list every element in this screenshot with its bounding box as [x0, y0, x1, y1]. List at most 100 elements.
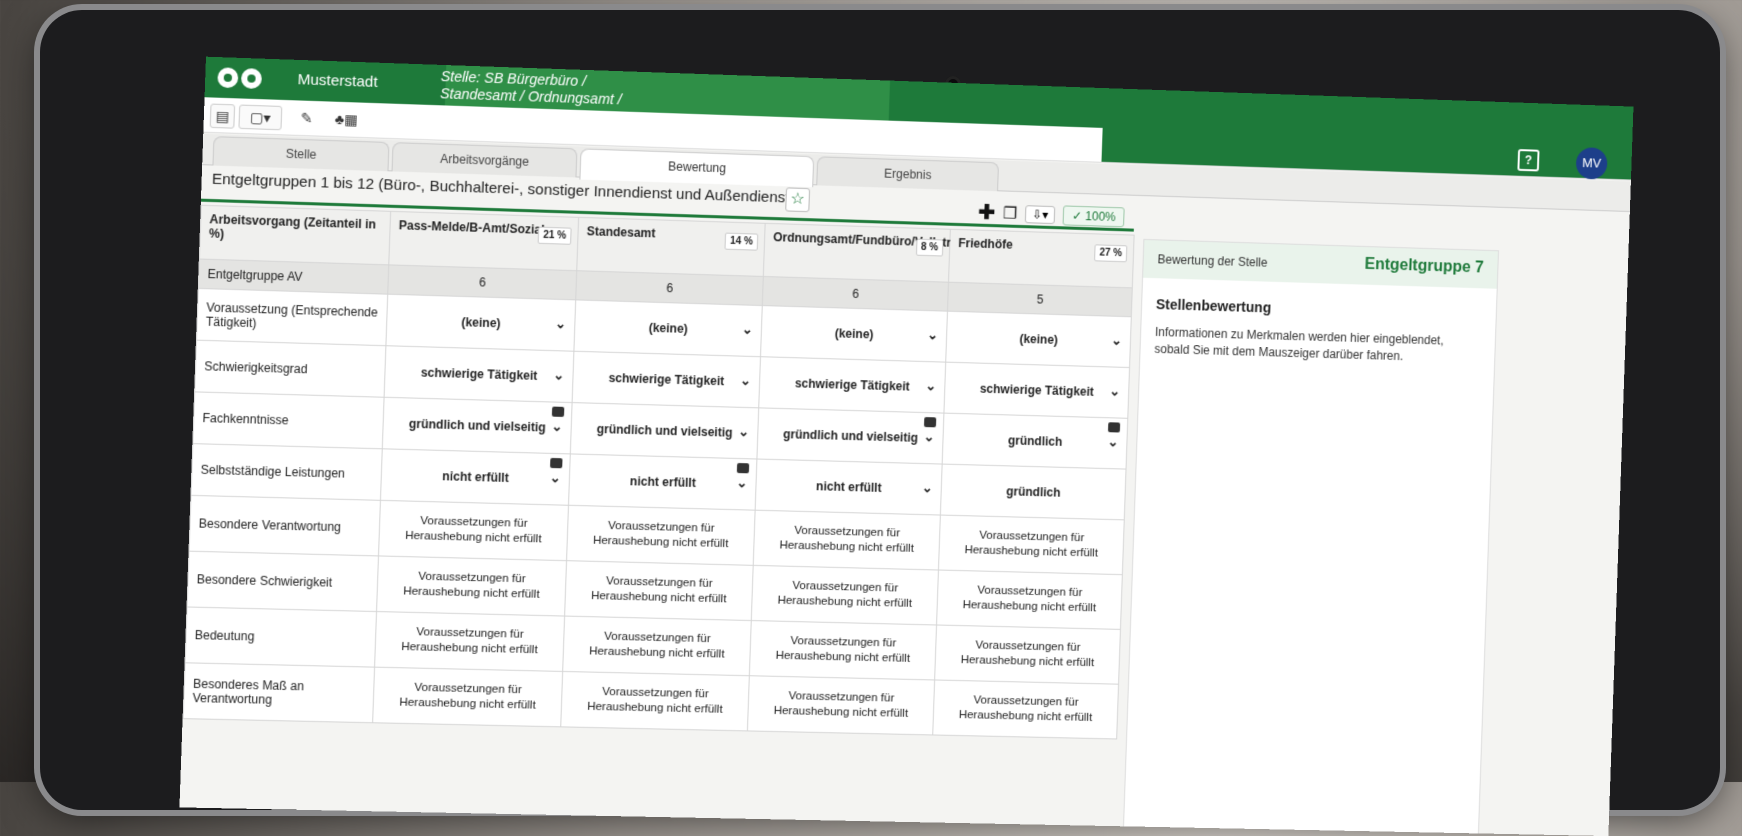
tab-stelle[interactable]: Stelle: [212, 136, 390, 172]
tab-arbeitsvorgaenge[interactable]: Arbeitsvorgänge: [391, 142, 578, 178]
select-value: (keine): [461, 315, 501, 331]
chevron-down-icon[interactable]: ⌄: [1109, 383, 1120, 399]
percent-field[interactable]: 8 %: [915, 238, 944, 257]
document-dropdown-button[interactable]: ▢▾: [238, 104, 283, 131]
stelle-label: Stelle: SB Bürgerbüro / Standesamt / Ord…: [440, 68, 623, 109]
readonly-cell: Voraussetzungen für Heraushebung nicht e…: [378, 500, 569, 561]
readonly-cell: Voraussetzungen für Heraushebung nicht e…: [934, 624, 1121, 685]
chevron-down-icon[interactable]: ⌄: [738, 424, 749, 440]
select-cell[interactable]: gründlich ⌄: [942, 413, 1128, 470]
column-name: Friedhöfe: [958, 236, 1014, 252]
select-value: schwierige Tätigkeit: [979, 381, 1095, 399]
chevron-down-icon[interactable]: ⌄: [922, 480, 933, 496]
chevron-down-icon[interactable]: ⌄: [742, 322, 753, 338]
evaluation-grid: Arbeitsvorgang (Zeitanteil in %) Pass-Me…: [182, 204, 1135, 740]
select-value: gründlich: [1005, 484, 1061, 500]
chevron-down-icon[interactable]: ⌄: [740, 373, 751, 389]
readonly-cell: Voraussetzungen für Heraushebung nicht e…: [751, 565, 939, 625]
row-label: Schwierigkeitsgrad: [194, 340, 386, 398]
readonly-cell: Voraussetzungen für Heraushebung nicht e…: [372, 667, 563, 727]
app-screen: Musterstadt Stelle: SB Bürgerbüro / Stan…: [179, 56, 1634, 836]
chevron-down-icon[interactable]: ⌄: [549, 470, 562, 486]
row-label: Besonderes Maß an Verantwortung: [183, 662, 375, 723]
help-icon[interactable]: ?: [1517, 149, 1540, 172]
select-cell[interactable]: schwierige Tätigkeit ⌄: [943, 362, 1130, 419]
percent-field[interactable]: 14 %: [724, 232, 759, 251]
comment-icon[interactable]: [551, 406, 565, 417]
comment-icon[interactable]: [736, 462, 750, 474]
owl-logo-icon[interactable]: [217, 62, 273, 94]
select-value: gründlich: [1007, 433, 1063, 449]
select-cell[interactable]: gründlich und vielseitig ⌄: [382, 397, 573, 454]
select-cell[interactable]: nicht erfüllt ⌄: [380, 448, 571, 506]
chevron-down-icon[interactable]: ⌄: [1111, 333, 1122, 349]
panel-label: Bewertung der Stelle: [1157, 252, 1268, 270]
readonly-cell: Voraussetzungen für Heraushebung nicht e…: [749, 620, 937, 680]
select-value: gründlich und vielseitig: [408, 416, 546, 435]
tab-bewertung[interactable]: Bewertung: [579, 148, 815, 188]
readonly-cell: Voraussetzungen für Heraushebung nicht e…: [560, 671, 750, 731]
select-value: (keine): [834, 326, 874, 342]
column-header: Friedhöfe 27 %: [948, 229, 1135, 288]
select-cell[interactable]: schwierige Tätigkeit ⌄: [572, 351, 761, 408]
percent-field[interactable]: 27 %: [1094, 244, 1128, 263]
comment-icon[interactable]: ✎: [294, 106, 319, 129]
chevron-down-icon[interactable]: ⌄: [551, 419, 563, 435]
select-value: gründlich und vielseitig: [596, 421, 733, 440]
select-cell[interactable]: nicht erfüllt ⌄: [568, 453, 757, 511]
select-cell[interactable]: schwierige Tätigkeit ⌄: [758, 356, 946, 414]
row-label: Besondere Verantwortung: [189, 495, 381, 556]
comment-icon[interactable]: [550, 457, 563, 469]
readonly-cell: Voraussetzungen für Heraushebung nicht e…: [936, 570, 1123, 630]
select-cell[interactable]: gründlich und vielseitig ⌄: [570, 402, 759, 460]
tab-ergebnis[interactable]: Ergebnis: [816, 156, 1000, 192]
select-value: nicht erfüllt: [629, 474, 697, 491]
column-name: Pass-Melde/B-Amt/Soziales: [398, 218, 559, 238]
select-cell[interactable]: (keine) ⌄: [573, 299, 763, 357]
percent-field[interactable]: 21 %: [537, 226, 572, 245]
select-cell[interactable]: gründlich: [940, 464, 1127, 520]
select-cell[interactable]: (keine) ⌄: [385, 294, 576, 352]
copy-icon[interactable]: ❐: [1003, 203, 1018, 223]
chevron-down-icon[interactable]: ⌄: [927, 327, 938, 343]
chevron-down-icon[interactable]: ⌄: [1107, 434, 1118, 450]
select-value: (keine): [1019, 331, 1059, 347]
chevron-down-icon[interactable]: ⌄: [555, 316, 567, 332]
select-cell[interactable]: (keine) ⌄: [945, 311, 1132, 368]
comment-icon[interactable]: [1107, 422, 1121, 433]
select-cell[interactable]: nicht erfüllt ⌄: [755, 459, 943, 516]
add-user-icon[interactable]: ♣▦: [329, 108, 365, 131]
row-label: Voraussetzung (Entsprechende Tätigkeit): [196, 288, 388, 346]
add-icon[interactable]: ✚: [978, 200, 996, 225]
comment-icon[interactable]: [923, 417, 937, 428]
select-value: nicht erfüllt: [442, 469, 509, 486]
readonly-cell: Voraussetzungen für Heraushebung nicht e…: [562, 616, 752, 676]
column-header: Pass-Melde/B-Amt/Soziales 21 %: [388, 211, 579, 271]
panel-title: Stellenbewertung: [1155, 296, 1272, 316]
panel-result: Entgeltgruppe 7: [1364, 255, 1485, 277]
chevron-down-icon[interactable]: ⌄: [736, 475, 747, 491]
select-cell[interactable]: gründlich und vielseitig ⌄: [756, 407, 944, 465]
export-dropdown-button[interactable]: ⇩▾: [1024, 204, 1056, 224]
select-cell[interactable]: schwierige Tätigkeit ⌄: [384, 345, 574, 403]
chevron-down-icon[interactable]: ⌄: [553, 367, 565, 383]
column-header: Ordnungsamt/Fundbüro/Vollstreckung/8 %: [763, 223, 997, 283]
column-name: Standesamt: [586, 224, 656, 241]
chevron-down-icon[interactable]: ⌄: [923, 429, 934, 445]
column-header: Standesamt 14 %: [576, 217, 766, 277]
chevron-down-icon[interactable]: ⌄: [925, 378, 936, 394]
completion-button[interactable]: ✓ 100%: [1062, 204, 1125, 227]
readonly-cell: Voraussetzungen für Heraushebung nicht e…: [376, 555, 567, 617]
select-value: schwierige Tätigkeit: [420, 365, 538, 383]
readonly-cell: Voraussetzungen für Heraushebung nicht e…: [938, 515, 1125, 575]
row-label: Selbstständige Leistungen: [190, 443, 383, 501]
select-cell[interactable]: (keine) ⌄: [760, 305, 948, 363]
row-label: Besondere Schwierigkeit: [187, 551, 379, 612]
select-value: gründlich und vielseitig: [782, 427, 919, 445]
select-value: nicht erfüllt: [815, 479, 882, 495]
readonly-cell: Voraussetzungen für Heraushebung nicht e…: [374, 611, 565, 672]
select-value: schwierige Tätigkeit: [608, 370, 725, 389]
favorite-star-icon[interactable]: ☆: [785, 187, 811, 213]
save-icon[interactable]: ▤: [209, 103, 236, 129]
row-label: Bedeutung: [185, 606, 377, 668]
